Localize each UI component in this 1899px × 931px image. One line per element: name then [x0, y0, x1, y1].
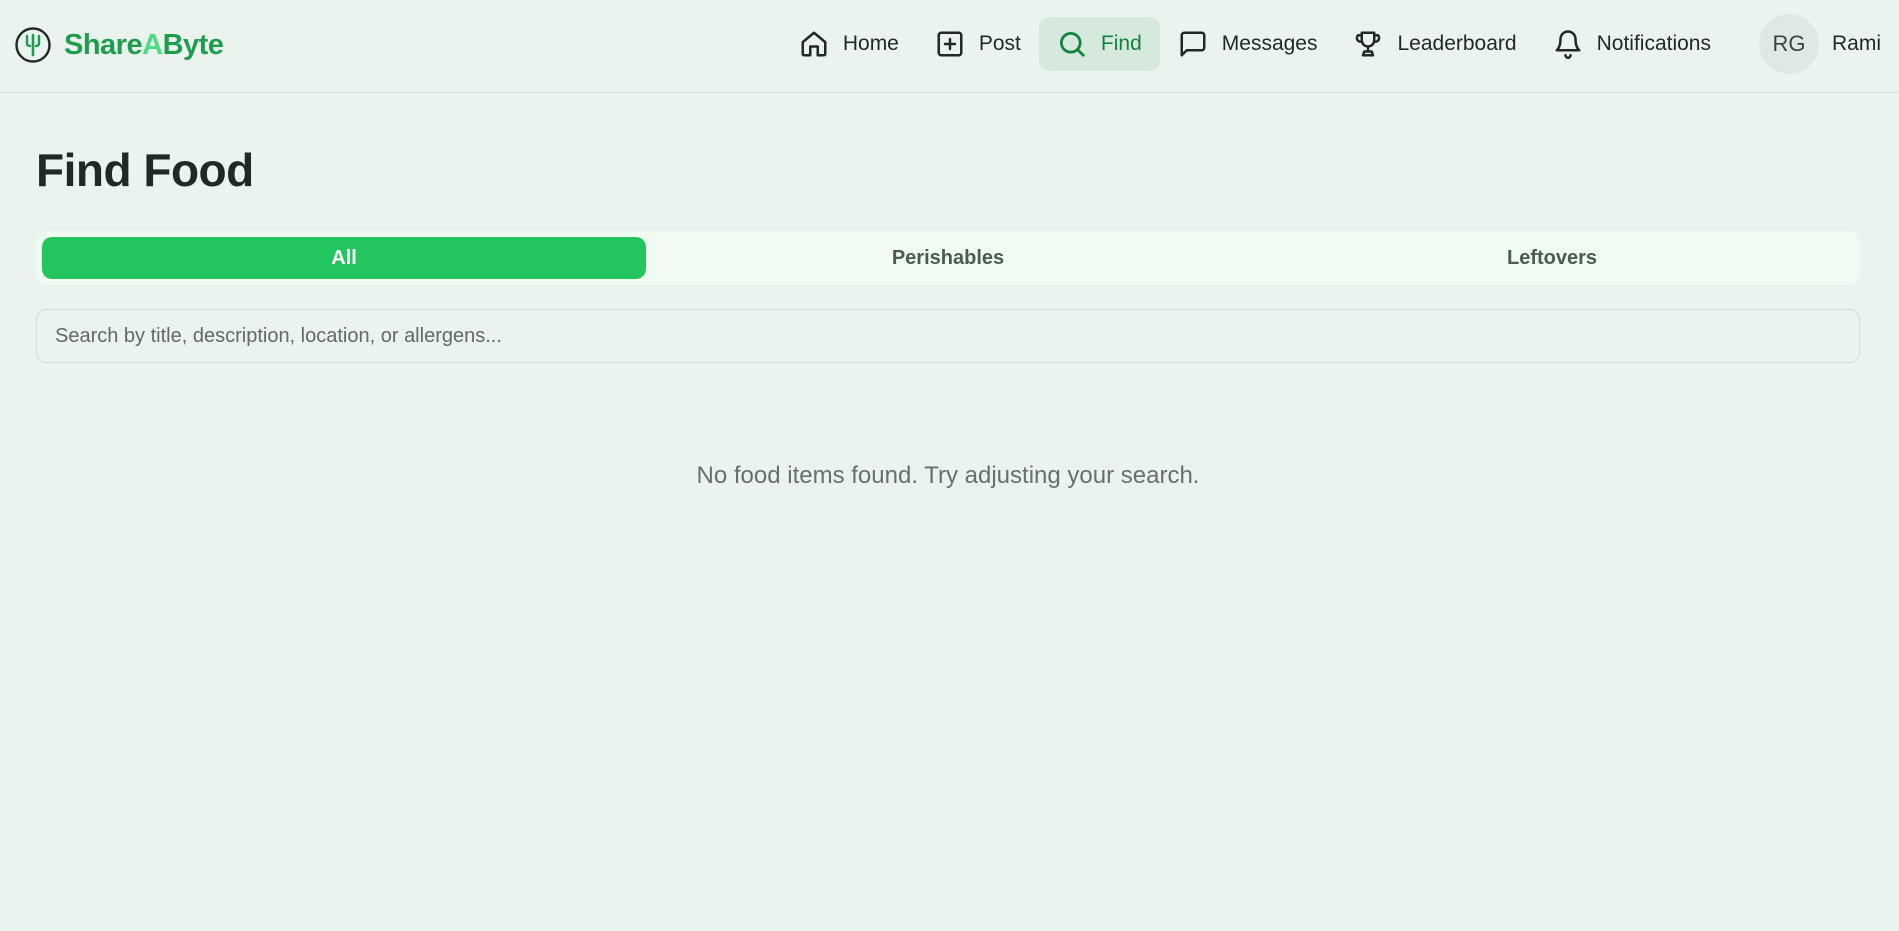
nav-messages[interactable]: Messages	[1160, 17, 1336, 71]
avatar[interactable]: RG	[1758, 14, 1819, 74]
user-name[interactable]: Rami	[1832, 32, 1881, 56]
nav-leaderboard[interactable]: Leaderboard	[1335, 17, 1534, 71]
empty-state-message: No food items found. Try adjusting your …	[696, 462, 1200, 489]
nav-find[interactable]: Find	[1038, 17, 1160, 71]
nav-home-label: Home	[842, 32, 899, 55]
tab-all[interactable]: All	[42, 237, 646, 279]
bell-icon	[1555, 30, 1581, 59]
search-input[interactable]	[36, 309, 1860, 363]
message-icon	[1180, 31, 1206, 57]
plus-square-icon	[937, 31, 963, 57]
tab-perishables[interactable]: Perishables	[646, 237, 1250, 279]
page-title: Find Food	[36, 144, 254, 196]
utensils-logo-icon	[15, 27, 51, 63]
trophy-icon	[1356, 31, 1381, 57]
nav-leaderboard-label: Leaderboard	[1397, 32, 1517, 55]
top-nav-bar: ShareAByte Home Post Find Messages Leade…	[0, 0, 1899, 93]
nav-home[interactable]: Home	[781, 17, 917, 71]
nav-notifications[interactable]: Notifications	[1535, 17, 1729, 71]
brand-name: ShareAByte	[64, 28, 224, 61]
nav-post[interactable]: Post	[917, 17, 1039, 71]
nav-notifications-label: Notifications	[1596, 32, 1711, 55]
main-nav: Home Post Find Messages Leaderboard Noti…	[781, 14, 1881, 74]
home-icon	[801, 31, 827, 57]
tab-leftovers[interactable]: Leftovers	[1250, 237, 1854, 279]
search-icon	[1059, 32, 1085, 57]
nav-find-label: Find	[1100, 32, 1142, 55]
nav-post-label: Post	[978, 32, 1021, 55]
brand-logo[interactable]: ShareAByte	[14, 24, 224, 66]
nav-messages-label: Messages	[1221, 32, 1318, 55]
category-tabs: All Perishables Leftovers	[36, 231, 1860, 285]
user-menu[interactable]: RG Rami	[1758, 14, 1881, 74]
